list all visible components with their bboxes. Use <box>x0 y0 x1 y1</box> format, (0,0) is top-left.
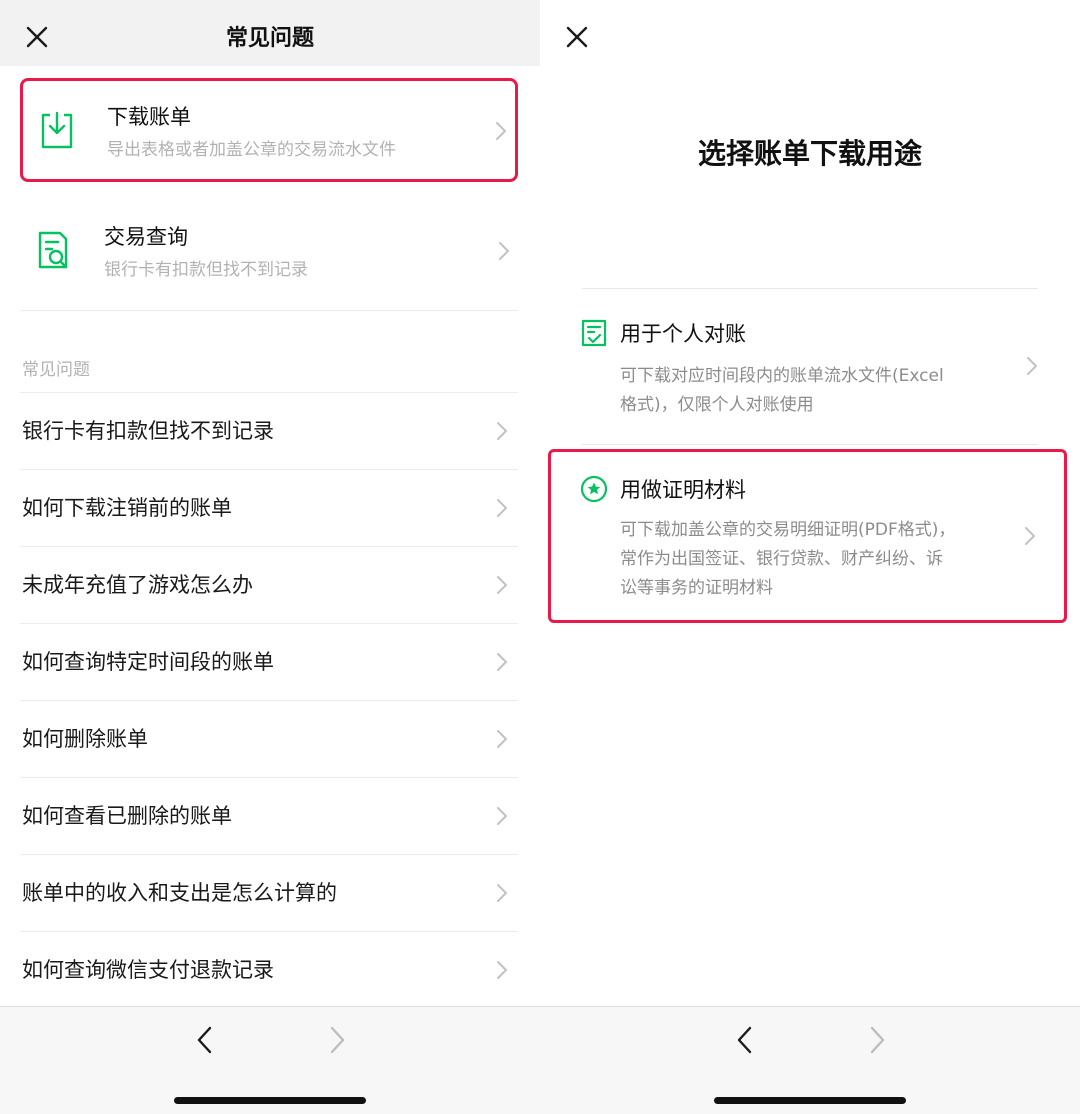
option-description-line: 可下载对应时间段内的账单流水文件(Excel <box>620 366 944 386</box>
faq-item-label: 如何删除账单 <box>22 727 148 751</box>
chevron-right-icon <box>497 807 507 825</box>
bottom-nav-bar <box>540 1006 1080 1114</box>
faq-item[interactable]: 未成年充值了游戏怎么办 <box>20 546 518 623</box>
faq-item-label: 如何查询特定时间段的账单 <box>22 650 274 674</box>
chevron-right-icon <box>497 961 507 979</box>
faq-item-label: 如何查看已删除的账单 <box>22 804 232 828</box>
option-title: 用做证明材料 <box>620 478 746 502</box>
faq-item[interactable]: 如何下载注销前的账单 <box>20 469 518 546</box>
faq-item-label: 如何查询微信支付退款记录 <box>22 958 274 982</box>
chevron-right-icon <box>497 653 507 671</box>
page-title: 选择账单下载用途 <box>697 137 922 170</box>
card-title: 交易查询 <box>104 225 188 249</box>
divider <box>582 444 1038 445</box>
forward-arrow-icon[interactable] <box>322 1023 352 1057</box>
faq-item[interactable]: 银行卡有扣款但找不到记录 <box>20 392 518 469</box>
chevron-right-icon <box>1025 527 1035 545</box>
forward-arrow-icon[interactable] <box>862 1023 892 1057</box>
option-description: 可下载对应时间段内的账单流水文件(Excel 格式)，仅限个人对账使用 <box>620 362 980 420</box>
download-bill-card[interactable]: 下载账单 导出表格或者加盖公章的交易流水文件 <box>20 78 518 182</box>
back-arrow-icon[interactable] <box>730 1023 760 1057</box>
card-subtitle: 导出表格或者加盖公章的交易流水文件 <box>107 140 396 160</box>
bottom-nav-bar <box>0 1006 540 1114</box>
option-description-line: 讼等事务的证明材料 <box>620 578 773 598</box>
faq-item[interactable]: 账单中的收入和支出是怎么计算的 <box>20 854 518 931</box>
close-icon[interactable] <box>562 22 592 52</box>
option-description-line: 可下载加盖公章的交易明细证明(PDF格式)， <box>620 520 956 540</box>
faq-item[interactable]: 如何查看已删除的账单 <box>20 777 518 854</box>
faq-item[interactable]: 如何查询微信支付退款记录 <box>20 931 518 1008</box>
search-document-icon <box>38 231 68 269</box>
download-icon <box>41 111 73 149</box>
section-label: 常见问题 <box>22 360 90 380</box>
chevron-right-icon <box>496 122 506 140</box>
faq-item-label: 账单中的收入和支出是怎么计算的 <box>22 881 337 905</box>
chevron-right-icon <box>497 422 507 440</box>
faq-item-label: 如何下载注销前的账单 <box>22 496 232 520</box>
chevron-right-icon <box>497 576 507 594</box>
chevron-right-icon <box>497 884 507 902</box>
option-title: 用于个人对账 <box>620 322 746 346</box>
faq-item[interactable]: 如何删除账单 <box>20 700 518 777</box>
faq-item-label: 未成年充值了游戏怎么办 <box>22 573 253 597</box>
checklist-icon <box>581 319 607 347</box>
transaction-query-card[interactable]: 交易查询 银行卡有扣款但找不到记录 <box>20 201 518 305</box>
star-circle-icon <box>580 475 608 503</box>
home-indicator <box>174 1097 366 1104</box>
divider <box>582 288 1038 289</box>
back-arrow-icon[interactable] <box>190 1023 220 1057</box>
bill-purpose-panel: 选择账单下载用途 用于个人对账 可下载对应时间段内的账单流水文件(Excel 格… <box>540 0 1080 1114</box>
page-title: 常见问题 <box>225 26 314 51</box>
proof-material-option[interactable]: 用做证明材料 可下载加盖公章的交易明细证明(PDF格式)， 常作为出国签证、银行… <box>548 449 1067 623</box>
chevron-right-icon <box>497 499 507 517</box>
faq-item-label: 银行卡有扣款但找不到记录 <box>22 419 274 443</box>
faq-header: 常见问题 <box>0 0 540 66</box>
faq-panel: 常见问题 下载账单 导出表格或者加盖公章的交易流水文件 交易查询 银行卡有扣款但… <box>0 0 540 1114</box>
personal-reconciliation-option[interactable]: 用于个人对账 可下载对应时间段内的账单流水文件(Excel 格式)，仅限个人对账… <box>581 300 1038 440</box>
card-subtitle: 银行卡有扣款但找不到记录 <box>104 260 308 280</box>
purpose-header <box>540 0 1080 66</box>
option-description: 可下载加盖公章的交易明细证明(PDF格式)， 常作为出国签证、银行贷款、财产纠纷… <box>620 516 980 603</box>
faq-item[interactable]: 如何查询特定时间段的账单 <box>20 623 518 700</box>
home-indicator <box>714 1097 906 1104</box>
chevron-right-icon <box>1027 357 1037 375</box>
divider <box>20 310 518 311</box>
option-description-line: 格式)，仅限个人对账使用 <box>620 395 814 415</box>
option-description-line: 常作为出国签证、银行贷款、财产纠纷、诉 <box>620 549 943 569</box>
chevron-right-icon <box>497 730 507 748</box>
chevron-right-icon <box>499 242 509 260</box>
card-title: 下载账单 <box>107 105 191 129</box>
